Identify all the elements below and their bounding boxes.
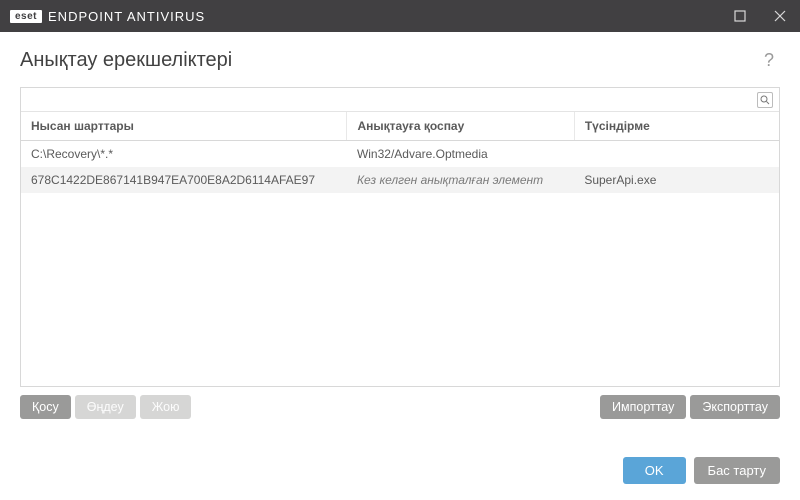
ok-button[interactable]: OK: [623, 457, 686, 484]
footer: OK Бас тарту: [0, 443, 800, 500]
cell-comment: SuperApi.exe: [574, 167, 779, 193]
cell-exclude: Кез келген анықталған элемент: [347, 167, 574, 193]
export-button[interactable]: Экспорттау: [690, 395, 780, 419]
cell-criteria: C:\Recovery\*.*: [21, 141, 347, 168]
edit-button[interactable]: Өңдеу: [75, 395, 136, 419]
search-button[interactable]: [757, 92, 773, 108]
table-row[interactable]: C:\Recovery\*.*Win32/Advare.Optmedia: [21, 141, 779, 168]
table-row[interactable]: 678C1422DE867141B947EA700E8A2D6114AFAE97…: [21, 167, 779, 193]
page-title: Анықтау ерекшеліктері: [20, 49, 758, 72]
close-icon: [774, 10, 786, 22]
app-name: ENDPOINT ANTIVIRUS: [48, 9, 205, 24]
col-criteria[interactable]: Нысан шарттары: [21, 112, 347, 141]
cell-exclude: Win32/Advare.Optmedia: [347, 141, 574, 168]
brand-badge: eset: [10, 10, 42, 23]
cell-criteria: 678C1422DE867141B947EA700E8A2D6114AFAE97: [21, 167, 347, 193]
header: Анықтау ерекшеліктері ?: [0, 32, 800, 87]
action-row: Қосу Өңдеу Жою Импорттау Экспорттау: [20, 395, 780, 419]
col-exclude[interactable]: Анықтауға қоспау: [347, 112, 574, 141]
cancel-button[interactable]: Бас тарту: [694, 457, 780, 484]
help-button[interactable]: ?: [758, 46, 780, 75]
minimize-button[interactable]: [720, 0, 760, 32]
titlebar: eset ENDPOINT ANTIVIRUS: [0, 0, 800, 32]
add-button[interactable]: Қосу: [20, 395, 71, 419]
exclusions-table: Нысан шарттары Анықтауға қоспау Түсіндір…: [21, 112, 779, 193]
minimize-icon: [734, 10, 746, 22]
col-comment[interactable]: Түсіндірме: [574, 112, 779, 141]
delete-button[interactable]: Жою: [140, 395, 192, 419]
close-button[interactable]: [760, 0, 800, 32]
table-toolbar: [21, 88, 779, 112]
import-button[interactable]: Импорттау: [600, 395, 686, 419]
cell-comment: [574, 141, 779, 168]
exclusions-table-container: Нысан шарттары Анықтауға қоспау Түсіндір…: [20, 87, 780, 387]
search-icon: [760, 95, 770, 105]
